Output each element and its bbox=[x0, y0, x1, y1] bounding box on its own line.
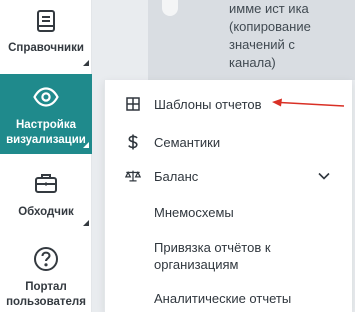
menu-item-balance[interactable]: Баланс bbox=[105, 166, 353, 186]
sidebar-item-walker[interactable]: Обходчик bbox=[0, 168, 92, 228]
sidebar-item-label: Обходчик bbox=[18, 206, 74, 218]
sidebar: Справочники Настройка визуализации Обход… bbox=[0, 0, 92, 312]
background-text: имме ист ика (копирование значений с кан… bbox=[229, 1, 311, 70]
scale-icon bbox=[125, 168, 141, 184]
sidebar-item-directories[interactable]: Справочники bbox=[0, 6, 92, 70]
menu-item-semantics[interactable]: Семантики bbox=[105, 132, 353, 152]
submenu-corner-indicator bbox=[83, 220, 89, 226]
menu-item-analytical-reports[interactable]: Аналитические отчеты bbox=[105, 288, 353, 308]
annotation-arrow bbox=[272, 98, 345, 107]
help-circle-icon bbox=[31, 244, 61, 274]
menu-item-label: Привязка отчётов к организациям bbox=[154, 240, 271, 272]
menu-item-label: Мнемосхемы bbox=[154, 204, 234, 220]
menu-item-label: Аналитические отчеты bbox=[154, 290, 292, 306]
sidebar-item-label: Портал пользователя bbox=[6, 281, 86, 308]
eye-icon bbox=[31, 82, 61, 112]
dollar-icon bbox=[125, 134, 141, 150]
menu-item-report-binding[interactable]: Привязка отчётов к организациям bbox=[105, 238, 353, 274]
background-checkbox bbox=[162, 0, 178, 16]
submenu-corner-indicator bbox=[83, 142, 89, 148]
sidebar-item-label: Справочники bbox=[8, 42, 84, 54]
visualization-submenu: Шаблоны отчетов Семантики Баланс Мнемосх… bbox=[104, 80, 352, 312]
menu-item-label: Семантики bbox=[154, 134, 221, 150]
sidebar-item-visualization-settings[interactable]: Настройка визуализации bbox=[0, 74, 92, 154]
app-screen: имме ист ика (копирование значений с кан… bbox=[0, 0, 355, 312]
sidebar-item-user-portal[interactable]: Портал пользователя bbox=[0, 244, 92, 312]
chevron-down-icon[interactable] bbox=[317, 169, 331, 183]
menu-item-mnemonic-schemes[interactable]: Мнемосхемы bbox=[105, 202, 353, 222]
briefcase-icon bbox=[31, 168, 61, 198]
submenu-corner-indicator bbox=[83, 60, 89, 66]
menu-item-label: Баланс bbox=[154, 168, 199, 184]
sidebar-item-label: Настройка визуализации bbox=[6, 119, 86, 146]
book-icon bbox=[31, 6, 61, 36]
grid-icon bbox=[125, 96, 141, 112]
